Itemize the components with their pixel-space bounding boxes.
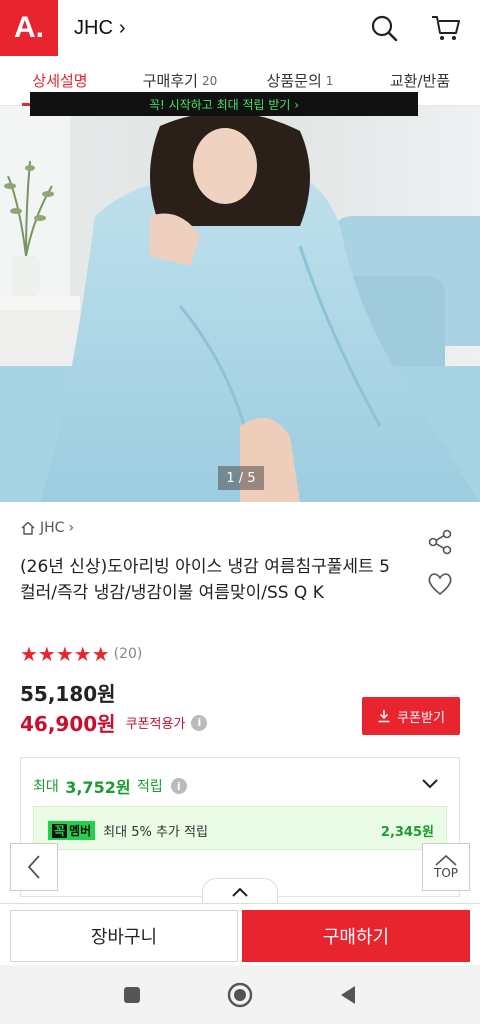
member-badge-a: 꼭 — [52, 824, 68, 838]
chevron-up-icon — [232, 887, 248, 897]
logo[interactable]: A. — [0, 0, 58, 56]
info-icon[interactable]: i — [170, 778, 187, 794]
recents-icon[interactable] — [123, 986, 141, 1004]
coupon-download-button[interactable]: 쿠폰받기 — [362, 697, 460, 735]
coupon-price-label: 쿠폰적용가 — [125, 717, 186, 732]
add-to-cart-button[interactable]: 장바구니 — [10, 910, 238, 962]
tab-count: 1 — [325, 73, 334, 88]
points-prefix: 최대 — [33, 779, 59, 795]
member-reward-text: 최대 5% 추가 적립 — [103, 825, 208, 840]
scroll-top-button[interactable]: TOP — [422, 843, 470, 891]
brand-name: JHC — [40, 520, 65, 536]
buy-now-button[interactable]: 구매하기 — [242, 910, 470, 962]
product-image[interactable] — [0, 106, 480, 502]
tab-label: 상세설명 — [32, 72, 88, 90]
star-rating: ★★★★★ — [20, 642, 110, 666]
app-header: A. JHC › — [0, 0, 480, 56]
chevron-up-icon — [435, 854, 457, 866]
coupon-button-label: 쿠폰받기 — [397, 710, 445, 726]
product-title: (26년 신상)도아리빙 아이스 냉감 여름침구풀세트 5컬러/즉각 냉감/냉감… — [20, 557, 390, 603]
system-nav-bar — [0, 965, 480, 1024]
points-summary[interactable]: 최대 3,752원 적립 i — [33, 774, 187, 798]
member-reward-amount: 2,345원 — [380, 825, 434, 840]
points-panel: 최대 3,752원 적립 i 꼭 멤버 최대 5% 추가 적립 2,345원 — [20, 757, 460, 897]
bottom-action-bar: 장바구니 구매하기 — [0, 903, 480, 965]
share-icon[interactable] — [426, 528, 454, 556]
chevron-down-icon[interactable] — [421, 778, 439, 790]
tab-label: 상품문의 — [266, 72, 322, 90]
back-icon[interactable] — [339, 985, 357, 1005]
image-pager: 1 / 5 — [218, 466, 264, 490]
home-button-icon[interactable] — [227, 982, 253, 1008]
store-name-link[interactable]: JHC › — [74, 17, 126, 40]
home-icon — [21, 521, 35, 535]
member-badge-b: 멤버 — [69, 824, 92, 838]
member-signup-banner[interactable]: 꼭! 시작하고 최대 적립 받기 › — [30, 92, 418, 116]
info-icon[interactable]: i — [191, 714, 208, 731]
search-icon[interactable] — [368, 12, 400, 44]
drawer-handle[interactable] — [202, 878, 278, 904]
points-amount: 3,752원 — [65, 778, 131, 797]
heart-icon[interactable] — [426, 570, 454, 598]
cart-icon[interactable] — [430, 12, 462, 44]
tab-label: 구매후기 — [142, 72, 198, 90]
chevron-right-icon: › — [68, 520, 75, 536]
prev-button[interactable] — [10, 843, 58, 891]
original-price: 55,180원 — [20, 682, 116, 706]
rating[interactable]: ★★★★★ (20) — [20, 642, 142, 666]
download-icon — [378, 710, 390, 723]
points-suffix: 적립 — [137, 779, 163, 795]
review-count: (20) — [113, 646, 143, 662]
brand-link[interactable]: JHC › — [20, 520, 74, 536]
tab-count: 20 — [201, 73, 218, 88]
tab-label: 교환/반품 — [389, 72, 451, 90]
member-badge: 꼭 멤버 — [48, 821, 96, 840]
chevron-right-icon: › — [118, 16, 126, 39]
store-name: JHC — [74, 16, 113, 39]
top-label: TOP — [433, 866, 458, 880]
member-reward-box: 꼭 멤버 최대 5% 추가 적립 2,345원 — [33, 806, 447, 850]
chevron-left-icon — [27, 855, 40, 879]
sale-price-row: 46,900원 쿠폰적용가 i — [20, 708, 208, 737]
sale-price: 46,900원 — [20, 712, 116, 736]
product-photo — [0, 106, 480, 502]
